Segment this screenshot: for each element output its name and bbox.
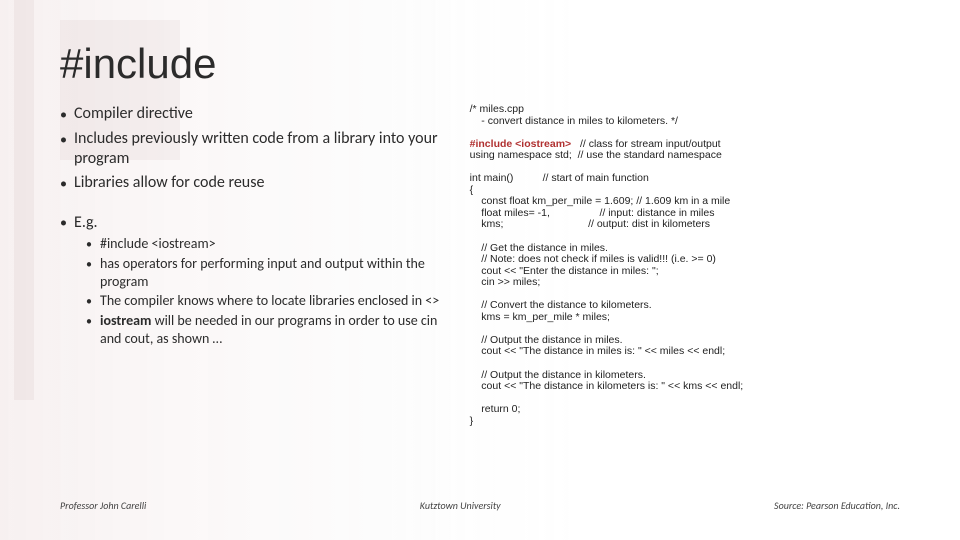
bullet-text: iostream will be needed in our programs …: [100, 312, 442, 347]
list-item: Libraries allow for code reuse: [60, 173, 442, 194]
bullet-text: Compiler directive: [74, 104, 193, 125]
footer-center: Kutztown University: [420, 499, 501, 512]
code-block: /* miles.cpp - convert distance in miles…: [470, 104, 900, 493]
list-item: Includes previously written code from a …: [60, 129, 442, 169]
bullet-text: Libraries allow for code reuse: [74, 173, 264, 194]
bullet-text: has operators for performing input and o…: [100, 255, 442, 290]
list-item: iostream will be needed in our programs …: [86, 312, 442, 347]
footer-left: Professor John Carelli: [60, 499, 146, 512]
left-column: Compiler directive Includes previously w…: [60, 104, 442, 493]
bullet-list: Compiler directive Includes previously w…: [60, 104, 442, 194]
list-item: has operators for performing input and o…: [86, 255, 442, 290]
example-block: E.g. #include <iostream> has operators f…: [60, 212, 442, 347]
slide-body: Compiler directive Includes previously w…: [60, 104, 900, 493]
list-item: #include <iostream>: [86, 235, 442, 253]
bullet-text: The compiler knows where to locate libra…: [100, 292, 439, 310]
slide-title: #include: [60, 40, 900, 88]
list-item: E.g.: [60, 212, 442, 233]
slide: #include Compiler directive Includes pre…: [0, 0, 960, 540]
sub-bullet-list: #include <iostream> has operators for pe…: [86, 235, 442, 347]
footer: Professor John Carelli Kutztown Universi…: [60, 493, 900, 512]
highlighted-include: #include <iostream>: [470, 138, 572, 150]
list-item: Compiler directive: [60, 104, 442, 125]
bullet-text: Includes previously written code from a …: [74, 129, 442, 169]
bullet-text: #include <iostream>: [100, 235, 216, 253]
eg-label: E.g.: [74, 213, 98, 232]
footer-right: Source: Pearson Education, Inc.: [774, 499, 900, 512]
list-item: The compiler knows where to locate libra…: [86, 292, 442, 310]
